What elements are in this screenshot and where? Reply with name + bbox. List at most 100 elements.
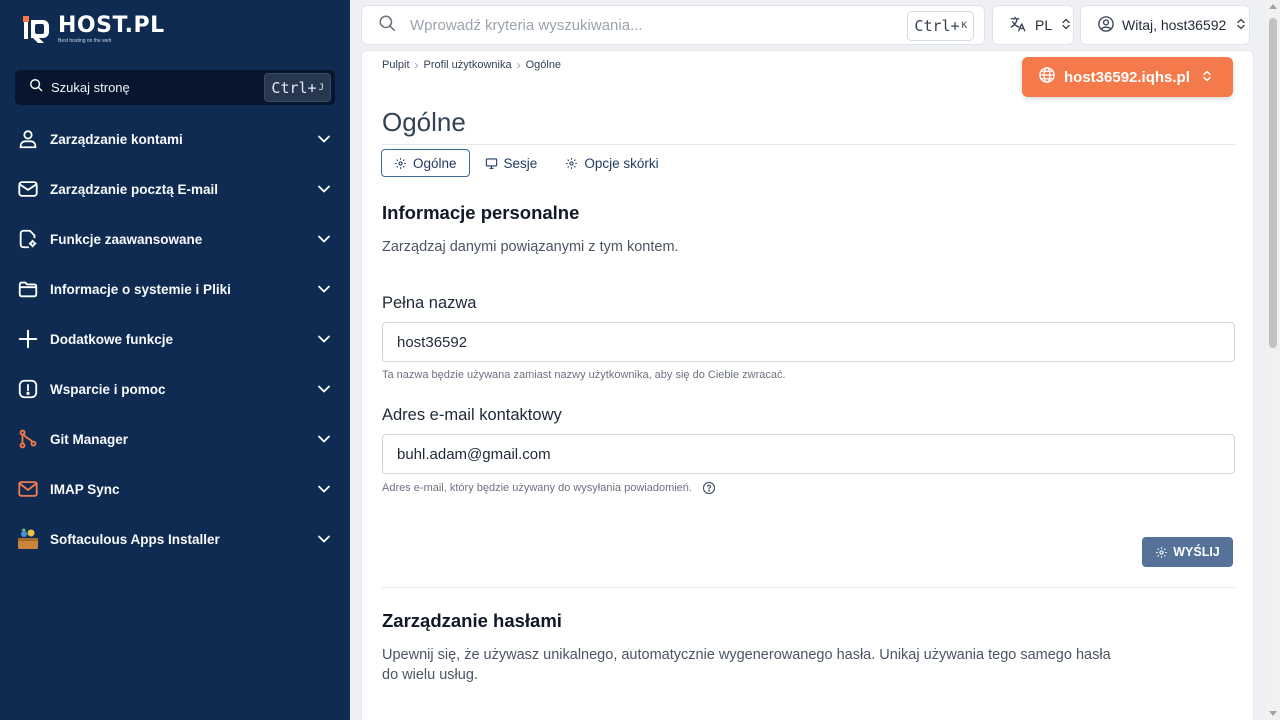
password-desc-line2: do wielu usług.	[382, 667, 478, 683]
page-title: Ogólne	[382, 107, 466, 137]
tab-bar: Ogólne Sesje Opcje skórki	[381, 149, 674, 177]
global-search-shortcut: Ctrl+ K	[907, 11, 974, 41]
submit-button[interactable]: WYŚLIJ	[1142, 537, 1233, 567]
sidebar-item-support[interactable]: Wsparcie i pomoc	[0, 364, 350, 414]
tab-label: Ogólne	[413, 155, 457, 171]
chevron-down-icon	[316, 231, 332, 252]
scroll-down-arrow-icon[interactable]	[1269, 711, 1277, 716]
sidebar-item-label: Git Manager	[50, 431, 129, 447]
file-settings-icon	[16, 227, 40, 251]
global-search[interactable]: Ctrl+K	[361, 5, 985, 45]
sidebar-item-system-info[interactable]: Informacje o systemie i Pliki	[0, 264, 350, 314]
global-search-input[interactable]	[410, 16, 880, 34]
gear-icon	[394, 157, 407, 170]
chevron-down-icon	[316, 481, 332, 502]
user-icon	[16, 127, 40, 151]
sidebar-item-label: Zarządzanie pocztą E-mail	[50, 181, 219, 197]
sidebar-item-label: Informacje o systemie i Pliki	[50, 281, 231, 297]
full-name-field[interactable]	[382, 322, 1235, 362]
language-selector[interactable]: PL	[992, 5, 1074, 45]
breadcrumb: Pulpit › Profil użytkownika › Ogólne	[382, 58, 561, 72]
translate-icon	[1009, 15, 1027, 36]
tab-general[interactable]: Ogólne	[381, 149, 470, 177]
password-management-heading: Zarządzanie hasłami	[382, 610, 562, 631]
gear-icon	[1155, 546, 1168, 559]
chevron-right-icon: ›	[516, 58, 521, 72]
alert-icon	[16, 377, 40, 401]
search-icon	[378, 14, 396, 37]
sidebar-search-shortcut: Ctrl+ J	[264, 73, 331, 102]
password-desc-line1: Upewnij się, że używasz unikalnego, auto…	[382, 647, 1111, 663]
contact-email-hint-row: Adres e-mail, który będzie używany do wy…	[382, 481, 716, 495]
breadcrumb-current: Ogólne	[525, 59, 562, 71]
sidebar-item-extras[interactable]: Dodatkowe funkcje	[0, 314, 350, 364]
shortcut-prefix: Ctrl+	[914, 17, 960, 35]
logo-mark-icon	[22, 14, 52, 44]
divider	[382, 144, 1235, 145]
chevron-updown-icon	[1236, 17, 1246, 33]
sidebar-item-label: Softaculous Apps Installer	[50, 531, 220, 547]
sidebar-item-advanced[interactable]: Funkcje zaawansowane	[0, 214, 350, 264]
shortcut-key: J	[318, 82, 324, 93]
softaculous-icon	[16, 527, 40, 551]
page-scrollbar[interactable]	[1266, 0, 1280, 720]
sidebar-item-label: Dodatkowe funkcje	[50, 331, 174, 347]
gear-icon	[565, 157, 578, 170]
breadcrumb-link-profile[interactable]: Profil użytkownika	[424, 59, 512, 71]
sidebar-search[interactable]: Szukaj stronę Ctrl+ J	[15, 70, 335, 105]
sidebar-item-imap-sync[interactable]: IMAP Sync	[0, 464, 350, 514]
full-name-label: Pełna nazwa	[382, 294, 477, 312]
personal-info-description: Zarządzaj danymi powiązanymi z tym konte…	[382, 239, 679, 255]
sidebar-nav: Zarządzanie kontami Zarządzanie pocztą E…	[0, 114, 350, 564]
chevron-right-icon: ›	[414, 58, 419, 72]
mail-icon	[16, 177, 40, 201]
shortcut-prefix: Ctrl+	[271, 78, 317, 97]
globe-icon	[1038, 66, 1056, 88]
sidebar: HOST.PL Best hosting on the web Szukaj s…	[0, 0, 350, 720]
tab-skin-options[interactable]: Opcje skórki	[552, 149, 671, 177]
user-menu[interactable]: Witaj, host36592	[1080, 5, 1250, 45]
submit-button-label: WYŚLIJ	[1173, 545, 1220, 559]
tab-label: Opcje skórki	[584, 155, 659, 171]
personal-info-heading: Informacje personalne	[382, 202, 580, 223]
search-icon	[29, 78, 43, 97]
sidebar-item-label: Zarządzanie kontami	[50, 131, 183, 147]
monitor-icon	[485, 157, 498, 170]
sidebar-item-label: Funkcje zaawansowane	[50, 231, 203, 247]
language-code: PL	[1035, 17, 1053, 33]
help-icon[interactable]	[702, 481, 716, 495]
breadcrumb-link-dashboard[interactable]: Pulpit	[382, 59, 410, 71]
folder-icon	[16, 277, 40, 301]
contact-email-label: Adres e-mail kontaktowy	[382, 406, 562, 424]
git-icon	[16, 427, 40, 451]
shortcut-key: K	[961, 21, 967, 31]
domain-selector[interactable]: host36592.iqhs.pl	[1022, 57, 1233, 97]
contact-email-field[interactable]	[382, 434, 1235, 474]
brand-logo[interactable]: HOST.PL Best hosting on the web	[22, 12, 165, 46]
user-greeting: Witaj, host36592	[1122, 17, 1227, 33]
tab-label: Sesje	[503, 155, 538, 171]
plus-icon	[16, 327, 40, 351]
sidebar-item-label: Wsparcie i pomoc	[50, 381, 166, 397]
tab-sessions[interactable]: Sesje	[472, 149, 551, 177]
full-name-hint: Ta nazwa będzie używana zamiast nazwy uż…	[382, 369, 786, 381]
divider	[382, 587, 1235, 588]
sidebar-item-softaculous[interactable]: Softaculous Apps Installer	[0, 514, 350, 564]
password-management-description: Upewnij się, że używasz unikalnego, auto…	[382, 645, 1111, 685]
sidebar-item-git-manager[interactable]: Git Manager	[0, 414, 350, 464]
main-card: Pulpit › Profil użytkownika › Ogólne hos…	[361, 50, 1254, 720]
chevron-down-icon	[316, 431, 332, 452]
sidebar-item-email[interactable]: Zarządzanie pocztą E-mail	[0, 164, 350, 214]
sidebar-item-account-management[interactable]: Zarządzanie kontami	[0, 114, 350, 164]
chevron-down-icon	[316, 381, 332, 402]
scrollbar-thumb[interactable]	[1269, 18, 1277, 348]
chevron-down-icon	[316, 531, 332, 552]
imap-mail-icon	[16, 477, 40, 501]
user-circle-icon	[1097, 15, 1115, 36]
chevron-down-icon	[316, 131, 332, 152]
chevron-down-icon	[316, 281, 332, 302]
brand-tagline: Best hosting on the web	[58, 37, 112, 44]
chevron-down-icon	[316, 181, 332, 202]
scroll-up-arrow-icon[interactable]	[1269, 4, 1277, 9]
contact-email-hint: Adres e-mail, który będzie używany do wy…	[382, 482, 692, 494]
